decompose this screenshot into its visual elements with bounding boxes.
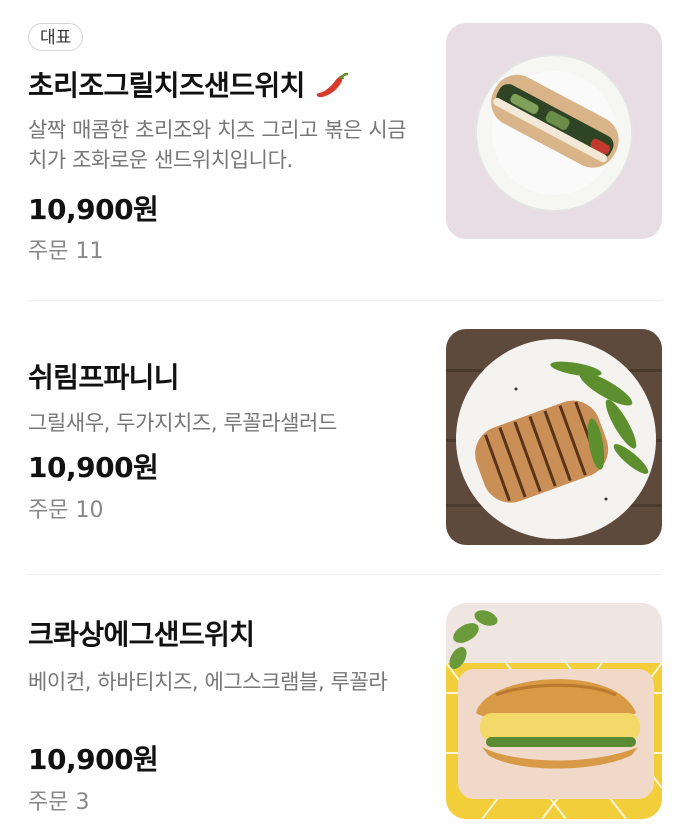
menu-item-order-count: 주문 11 <box>28 239 104 264</box>
menu-item-price: 10,900원 <box>28 743 159 776</box>
chili-pepper-icon <box>313 72 349 102</box>
item-divider <box>28 574 662 575</box>
menu-item-name: 초리조그릴치즈샌드위치 <box>28 69 305 102</box>
menu-item-description: 살짝 매콤한 초리조와 치즈 그리고 볶은 시금치가 조화로운 샌드위치입니다. <box>28 118 407 172</box>
menu-item-photo[interactable] <box>446 603 662 819</box>
menu-item-order-count: 주문 10 <box>28 498 104 523</box>
menu-item-name: 크롸상에그샌드위치 <box>28 618 255 651</box>
menu-item-photo[interactable] <box>446 23 662 239</box>
menu-item-name: 쉬림프파니니 <box>28 361 180 394</box>
menu-item-description: 베이컨, 하바티치즈, 에그스크램블, 루꼴라 <box>28 670 388 694</box>
menu-item-description: 그릴새우, 두가지치즈, 루꼴라샐러드 <box>28 411 337 435</box>
menu-item-price: 10,900원 <box>28 193 159 226</box>
signature-badge: 대표 <box>28 23 84 51</box>
menu-list: 대표 초리조그릴치즈샌드위치 살짝 매콤한 초리조와 치즈 그리고 볶은 시금치… <box>0 0 684 840</box>
menu-item-price: 10,900원 <box>28 451 159 484</box>
menu-item-order-count: 주문 3 <box>28 790 90 815</box>
menu-item-photo[interactable] <box>446 329 662 545</box>
menu-item-croissant-egg-sandwich[interactable]: 크롸상에그샌드위치 베이컨, 하바티치즈, 에그스크램블, 루꼴라 10,900… <box>28 603 662 819</box>
menu-item-chorizo-grilled-cheese-sandwich[interactable]: 대표 초리조그릴치즈샌드위치 살짝 매콤한 초리조와 치즈 그리고 볶은 시금치… <box>28 23 662 273</box>
menu-item-shrimp-panini[interactable]: 쉬림프파니니 그릴새우, 두가지치즈, 루꼴라샐러드 10,900원 주문 10 <box>28 329 662 545</box>
item-divider <box>28 300 662 301</box>
menu-item-title: 초리조그릴치즈샌드위치 <box>28 68 349 104</box>
